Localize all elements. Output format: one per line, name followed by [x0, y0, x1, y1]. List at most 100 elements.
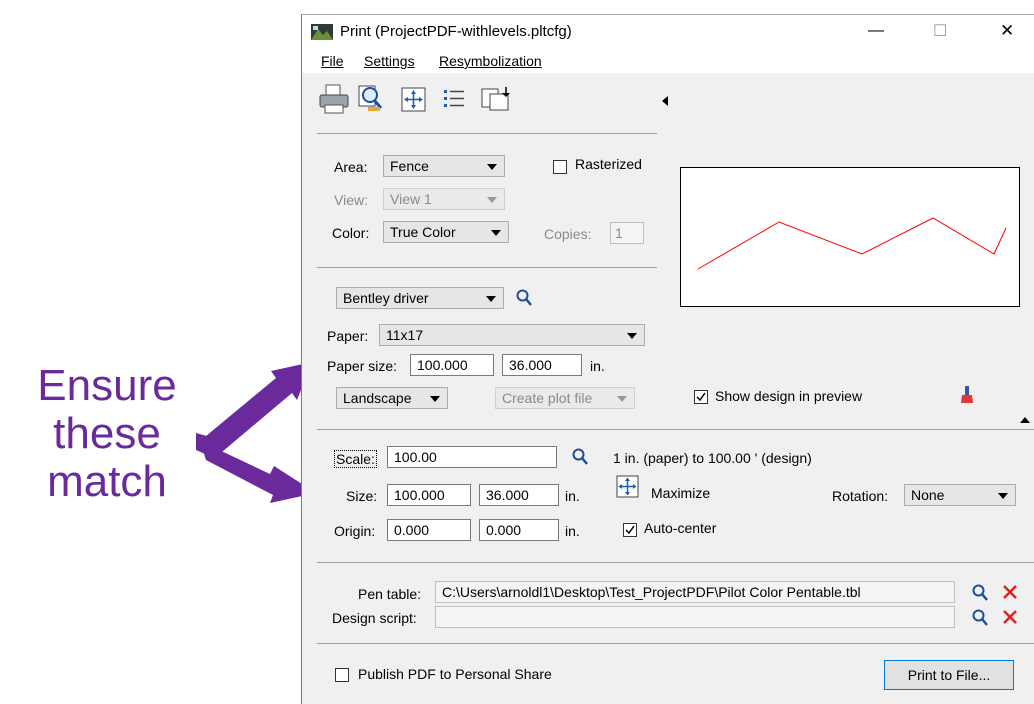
area-label: Area: [334, 159, 368, 175]
rotation-value: None [911, 487, 945, 503]
design-script-label: Design script: [332, 610, 417, 626]
delete-icon[interactable] [1002, 609, 1018, 625]
origin-label: Origin: [334, 523, 376, 539]
close-button[interactable]: ✕ [1000, 21, 1014, 41]
chevron-down-icon [627, 333, 637, 339]
printer-icon[interactable] [318, 83, 350, 115]
print-to-file-button[interactable]: Print to File... [884, 660, 1014, 690]
size-height-field[interactable]: 36.000 [479, 484, 559, 506]
divider [317, 643, 1034, 644]
print-preview-icon[interactable] [356, 83, 386, 115]
color-label: Color: [332, 225, 370, 241]
search-icon[interactable] [972, 609, 988, 627]
origin-y-field[interactable]: 0.000 [479, 519, 559, 541]
driver-value: Bentley driver [343, 290, 429, 306]
search-icon[interactable] [972, 584, 988, 602]
rasterized-label: Rasterized [575, 156, 642, 172]
paper-height-field[interactable]: 36.000 [502, 354, 582, 376]
menu-bar: File Settings Resymbolization [302, 49, 1034, 73]
copies-label: Copies: [544, 226, 592, 242]
maximize-button[interactable]: ☐ [933, 21, 947, 41]
list-icon[interactable] [442, 87, 466, 111]
pen-table-field[interactable]: C:\Users\arnoldl1\Desktop\Test_ProjectPD… [435, 581, 955, 603]
divider [317, 562, 1034, 563]
search-icon[interactable] [516, 289, 532, 307]
paper-width-field[interactable]: 100.000 [410, 354, 494, 376]
chevron-down-icon [617, 396, 627, 402]
rotation-select[interactable]: None [904, 484, 1016, 506]
create-plot-file-value: Create plot file [502, 390, 593, 406]
print-preview [680, 167, 1020, 307]
paper-label: Paper: [327, 328, 369, 344]
print-dialog: Print (ProjectPDF-withlevels.pltcfg) — ☐… [301, 14, 1034, 704]
design-script-field[interactable] [435, 606, 955, 628]
collapse-arrow-icon[interactable] [662, 96, 668, 106]
area-value: Fence [390, 158, 429, 174]
delete-icon[interactable] [1002, 584, 1018, 600]
checkmark-icon [696, 392, 706, 402]
create-plot-file-select[interactable]: Create plot file [495, 387, 635, 409]
sheet-icon[interactable] [480, 85, 514, 113]
chevron-down-icon [487, 197, 497, 203]
autocenter-checkbox[interactable] [623, 523, 637, 537]
annotation-line-3: match [47, 457, 167, 506]
paper-select[interactable]: 11x17 [379, 324, 645, 346]
divider [317, 429, 1034, 430]
expand-arrow-icon[interactable] [1020, 417, 1030, 423]
orientation-value: Landscape [343, 390, 412, 406]
view-label: View: [334, 192, 368, 208]
window-title: Print (ProjectPDF-withlevels.pltcfg) [340, 23, 572, 40]
color-select[interactable]: True Color [383, 221, 509, 243]
annotation-line-2: these [53, 409, 161, 458]
chevron-down-icon [998, 493, 1008, 499]
size-width-field[interactable]: 100.000 [387, 484, 471, 506]
minimize-button[interactable]: — [868, 22, 884, 40]
scale-field[interactable]: 100.00 [387, 446, 557, 468]
publish-label: Publish PDF to Personal Share [358, 666, 552, 682]
divider [317, 133, 657, 134]
checkmark-icon [625, 525, 635, 535]
menu-file[interactable]: File [321, 53, 344, 69]
autocenter-label: Auto-center [644, 520, 717, 536]
size-unit-label: in. [565, 488, 580, 504]
arrow-to-paper-size [200, 362, 312, 457]
area-select[interactable]: Fence [383, 155, 505, 177]
size-label: Size: [346, 488, 378, 504]
preview-design-graphic [697, 217, 1007, 270]
menu-resymbolization[interactable]: Resymbolization [439, 53, 542, 69]
title-bar: Print (ProjectPDF-withlevels.pltcfg) — ☐… [302, 15, 1034, 49]
show-design-label: Show design in preview [715, 388, 863, 404]
rotation-label: Rotation: [832, 488, 889, 504]
app-icon [311, 24, 333, 40]
orientation-select[interactable]: Landscape [336, 387, 448, 409]
maximize-icon[interactable] [616, 475, 640, 499]
rasterized-checkbox[interactable] [553, 160, 567, 174]
view-value: View 1 [390, 191, 432, 207]
scale-label: Scale: [334, 450, 377, 468]
copies-field[interactable]: 1 [610, 222, 644, 244]
paper-value: 11x17 [386, 327, 424, 343]
chevron-down-icon [486, 296, 496, 302]
arrow-to-size [200, 441, 316, 503]
color-value: True Color [390, 224, 456, 240]
annotation-line-1: Ensure [37, 361, 177, 410]
chevron-down-icon [430, 396, 440, 402]
paper-size-label: Paper size: [327, 358, 398, 374]
driver-select[interactable]: Bentley driver [336, 287, 504, 309]
paper-unit-label: in. [590, 358, 605, 374]
origin-unit-label: in. [565, 523, 580, 539]
maximize-label[interactable]: Maximize [651, 485, 710, 501]
annotation-text: Ensure these match [12, 362, 202, 506]
fit-icon[interactable] [401, 87, 427, 113]
view-select[interactable]: View 1 [383, 188, 505, 210]
show-design-checkbox[interactable] [694, 390, 708, 404]
search-icon[interactable] [572, 448, 588, 466]
chevron-down-icon [487, 164, 497, 170]
menu-settings[interactable]: Settings [364, 53, 415, 69]
scale-description: 1 in. (paper) to 100.00 ' (design) [613, 450, 812, 466]
pen-table-label: Pen table: [358, 586, 422, 602]
origin-x-field[interactable]: 0.000 [387, 519, 471, 541]
brush-icon[interactable] [959, 385, 975, 405]
publish-checkbox[interactable] [335, 668, 349, 682]
chevron-down-icon [491, 230, 501, 236]
